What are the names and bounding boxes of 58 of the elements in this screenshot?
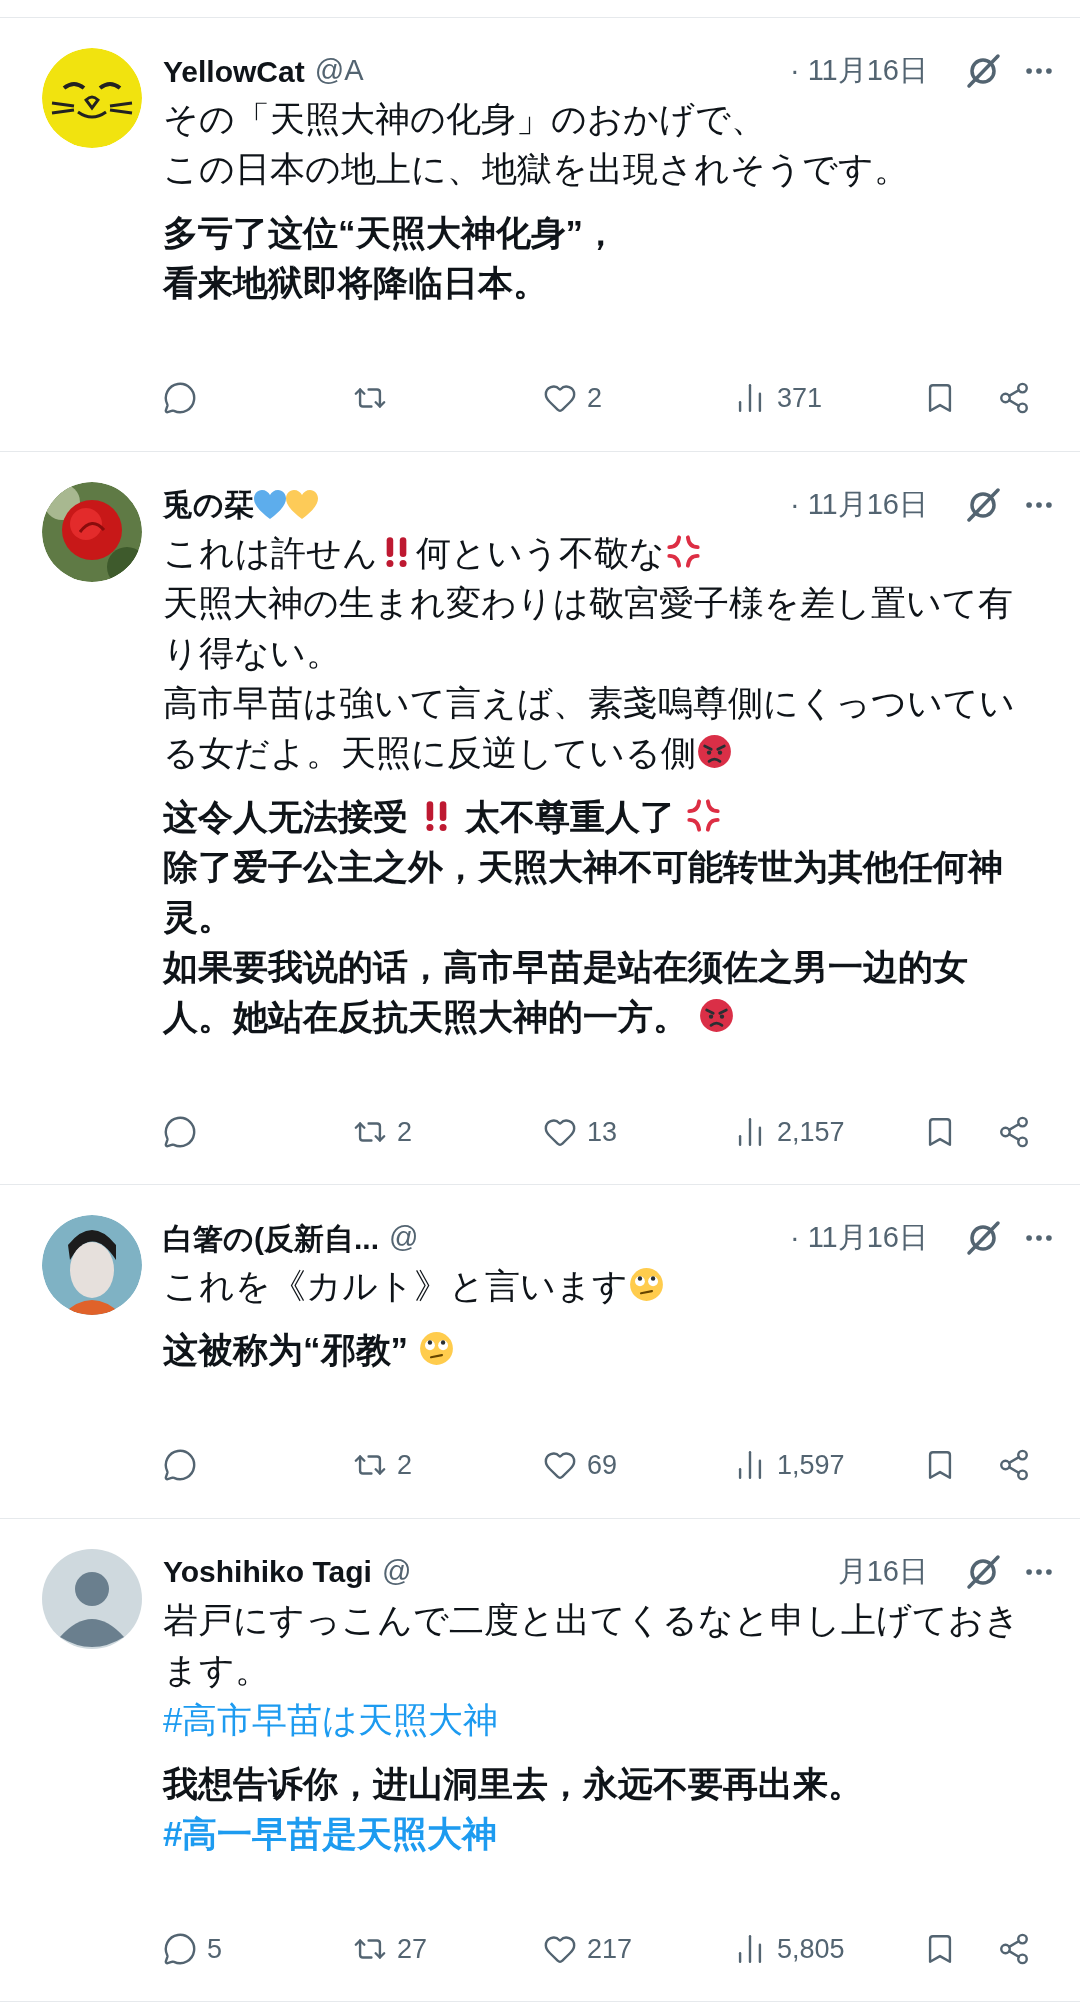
hashtag-link[interactable]: #高市早苗は天照大神 xyxy=(163,1699,499,1739)
tweet-text-line: 看来地狱即将降临日本。 xyxy=(163,262,549,304)
avatar-icon xyxy=(42,1548,142,1649)
tweet-text-line: 这令人无法接受 太不尊重人了 xyxy=(163,791,1023,842)
count-label: 2 xyxy=(587,382,603,415)
count-label: 13 xyxy=(587,1115,618,1149)
anger-symbol-icon xyxy=(686,797,722,833)
count-label: 371 xyxy=(777,382,823,415)
slashed-circle-icon[interactable] xyxy=(964,1552,1002,1591)
tweet-text-line: 这被称为“邪教” xyxy=(163,1325,1023,1375)
tweet-text-line: 我想告诉你，进山洞里去，永远不要再出来。 xyxy=(163,1762,864,1805)
anger-symbol-icon xyxy=(666,533,702,569)
share-icon[interactable] xyxy=(997,1114,1031,1149)
count-label: 5 xyxy=(207,1932,223,1966)
timestamp: · 11月16日 xyxy=(789,486,928,522)
slashed-circle-icon[interactable] xyxy=(964,52,1002,90)
user-name: YellowCat xyxy=(163,53,305,90)
reply-icon[interactable] xyxy=(163,1448,197,1483)
slashed-circle-icon[interactable] xyxy=(964,1219,1002,1257)
count-label: 2 xyxy=(397,1115,413,1149)
tweet-text-line: 多亏了这位“天照大神化身”， xyxy=(163,212,619,254)
share-icon[interactable] xyxy=(997,1448,1031,1483)
user-handle: @ xyxy=(389,1220,419,1256)
reply-icon[interactable] xyxy=(163,381,197,416)
count-label: 2 xyxy=(397,1449,413,1482)
share-icon[interactable] xyxy=(997,1931,1031,1966)
tweet-text-line: その「天照大神の化身」のおかげで、 xyxy=(163,98,767,140)
hashtag-link[interactable]: #高一早苗是天照大神 xyxy=(163,1813,498,1853)
count-label: 69 xyxy=(587,1449,618,1482)
tweet-text-line: 高市早苗は強いて言えば、素戔嗚尊側にくっついている女だよ。天照に反逆している側 xyxy=(163,681,1016,774)
tweet-text-line: この日本の地上に、地獄を出現されそうです。 xyxy=(163,148,910,190)
reply-icon[interactable] xyxy=(163,1114,197,1149)
count-label: 2,157 xyxy=(777,1115,845,1149)
count-label: 217 xyxy=(587,1932,633,1966)
angry-face-icon xyxy=(697,733,733,769)
eye-roll-face-icon xyxy=(419,1331,455,1367)
tweet-text-line: これを《カルト》と言います xyxy=(163,1261,1023,1311)
share-icon[interactable] xyxy=(997,381,1031,416)
user-name: 白箸の(反新自... xyxy=(163,1220,379,1257)
tweet-text-line: 如果要我说的话，高市早苗是站在须佐之男一边的女人。她站在反抗天照大神的一方。 xyxy=(163,945,969,1038)
angry-face-icon xyxy=(699,997,735,1033)
user-handle: @ xyxy=(381,1553,412,1589)
timestamp: · 11月16日 xyxy=(789,53,928,89)
count-label: 5,805 xyxy=(777,1932,845,1966)
tweet-text-line: 天照大神の生まれ変わりは敬宮愛子様を差し置いて有り得ない。 xyxy=(163,581,1014,674)
eye-roll-face-icon xyxy=(629,1267,665,1303)
slashed-circle-icon[interactable] xyxy=(964,485,1002,524)
tweet-text-line: 岩戸にすっこんで二度と出てくるなと申し上げておきます。 xyxy=(163,1598,1021,1691)
count-label: 27 xyxy=(397,1932,428,1966)
user-handle: @A xyxy=(314,53,364,89)
timestamp: 月16日 xyxy=(837,1553,928,1589)
count-label: 1,597 xyxy=(777,1449,845,1482)
user-name: 兎の栞 xyxy=(163,487,254,523)
timestamp: · 11月16日 xyxy=(789,1220,928,1256)
reply-icon[interactable] xyxy=(163,1931,197,1966)
tweet-text-line: これは許せん 何という不敬な xyxy=(163,527,1023,578)
user-name: Yoshihiko Tagi xyxy=(163,1554,372,1590)
tweet-text-line: 除了爱子公主之外，天照大神不可能转世为其他任何神灵。 xyxy=(163,845,1004,938)
